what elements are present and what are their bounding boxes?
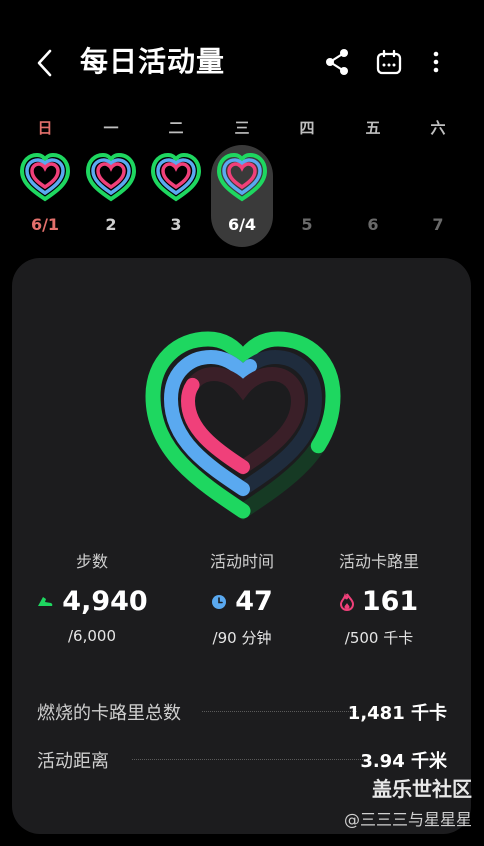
time-stat: 活动时间 47 /90 分钟 xyxy=(172,548,312,648)
dotted-leader xyxy=(132,759,367,760)
calories-value-row: 161 xyxy=(309,586,449,617)
day-label: 7 xyxy=(432,215,444,234)
day-label: 3 xyxy=(170,215,182,234)
chevron-left-icon[interactable] xyxy=(30,46,62,80)
time-label: 活动时间 xyxy=(209,552,274,571)
distance-row: 活动距离 3.94 千米 xyxy=(37,743,447,773)
calories-value: 161 xyxy=(361,586,419,617)
share-icon[interactable] xyxy=(322,46,352,78)
day-item[interactable]: 7 xyxy=(408,153,468,234)
day-item-selected[interactable]: 6/4 xyxy=(212,153,272,234)
calendar-icon[interactable] xyxy=(374,46,404,78)
weekday-mon: 一 xyxy=(103,119,119,137)
mini-heart-ring-icon xyxy=(19,153,71,202)
week-day-selector: 6/1 2 3 6/4 5 6 7 xyxy=(0,145,484,250)
page-title: 每日活动量 xyxy=(80,45,226,78)
day-label: 5 xyxy=(301,215,313,234)
calories-goal: /500 千卡 xyxy=(344,629,414,647)
weekday-sun: 日 xyxy=(37,119,53,137)
steps-value: 4,940 xyxy=(62,586,148,617)
shoe-icon xyxy=(38,596,53,606)
steps-stat: 步数 4,940 /6,000 xyxy=(22,548,162,645)
steps-label: 步数 xyxy=(75,552,108,571)
day-label: 6/1 xyxy=(30,215,60,234)
day-label: 6/4 xyxy=(227,215,257,234)
dotted-leader xyxy=(202,711,357,712)
weekday-thu: 四 xyxy=(299,119,315,137)
activity-card[interactable]: 步数 4,940 /6,000 活动时间 47 /90 分钟 活动卡路里 161 xyxy=(12,258,471,834)
empty-ring-placeholder xyxy=(281,153,333,205)
day-label: 2 xyxy=(105,215,117,234)
day-item[interactable]: 6 xyxy=(343,153,403,234)
weekday-wed: 三 xyxy=(234,119,250,137)
distance-label: 活动距离 xyxy=(37,751,109,772)
watermark-user: @三三三与星星星 xyxy=(343,810,472,829)
day-item[interactable]: 2 xyxy=(81,153,141,234)
burned-calories-label: 燃烧的卡路里总数 xyxy=(37,703,181,724)
flame-icon xyxy=(339,592,354,611)
day-item[interactable]: 6/1 xyxy=(15,153,75,234)
app-header: 每日活动量 xyxy=(0,0,484,125)
day-label: 6 xyxy=(367,215,379,234)
time-value-row: 47 xyxy=(172,586,312,617)
weekday-sat: 六 xyxy=(430,119,446,137)
activity-heart-rings xyxy=(145,331,341,521)
burned-calories-row: 燃烧的卡路里总数 1,481 千卡 xyxy=(37,695,447,725)
empty-ring-placeholder xyxy=(347,153,399,205)
more-vertical-icon[interactable] xyxy=(421,46,451,78)
calories-label: 活动卡路里 xyxy=(338,552,419,571)
watermark-brand: 盖乐世社区 xyxy=(372,777,472,801)
time-value: 47 xyxy=(235,586,273,617)
weekday-fri: 五 xyxy=(365,119,381,137)
weekday-tue: 二 xyxy=(168,119,184,137)
day-item[interactable]: 3 xyxy=(146,153,206,234)
mini-heart-ring-icon xyxy=(150,153,202,202)
day-item[interactable]: 5 xyxy=(277,153,337,234)
mini-heart-ring-icon xyxy=(85,153,137,202)
distance-value: 3.94 千米 xyxy=(360,751,447,772)
calories-stat: 活动卡路里 161 /500 千卡 xyxy=(309,548,449,648)
time-goal: /90 分钟 xyxy=(212,629,272,647)
mini-heart-ring-icon xyxy=(216,153,268,202)
steps-value-row: 4,940 xyxy=(22,586,162,617)
empty-ring-placeholder xyxy=(412,153,464,205)
steps-goal: /6,000 xyxy=(68,627,116,645)
clock-icon xyxy=(212,594,227,609)
burned-calories-value: 1,481 千卡 xyxy=(347,703,447,724)
weekday-header: 日 一 二 三 四 五 六 xyxy=(0,117,484,139)
